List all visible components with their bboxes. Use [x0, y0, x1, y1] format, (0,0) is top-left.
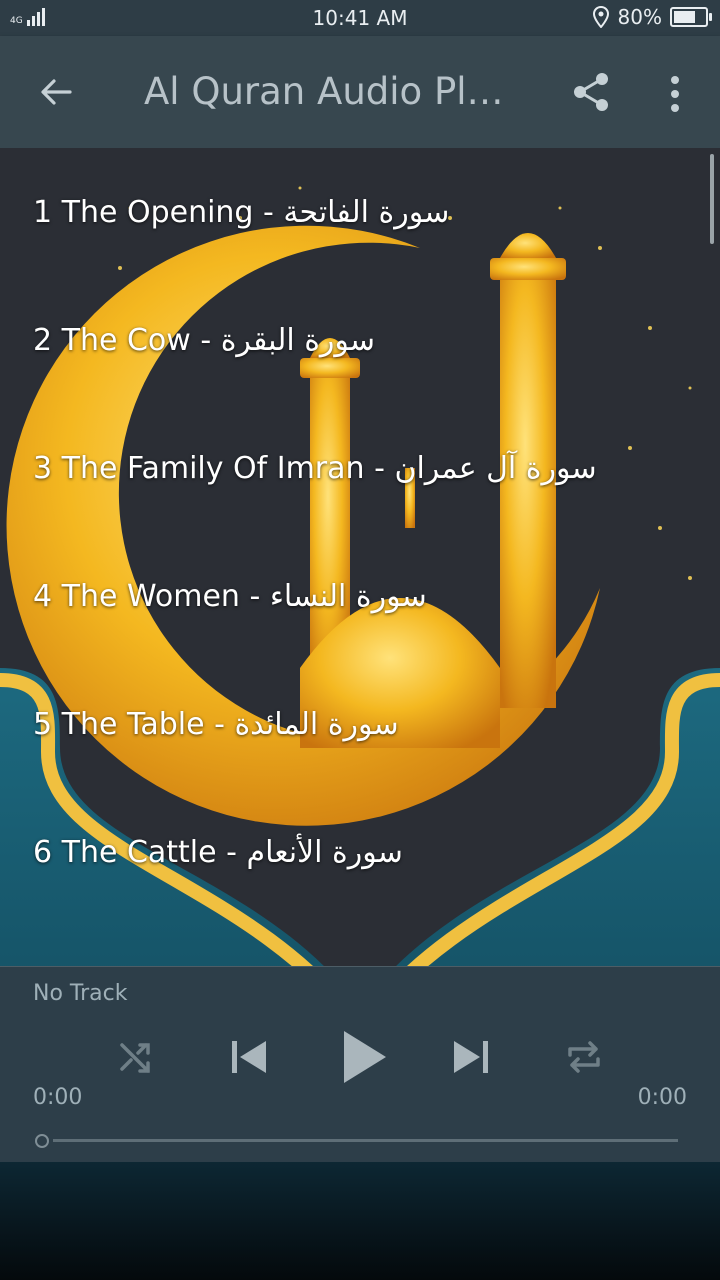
list-item[interactable]: 1 The Opening - سورة الفاتحة	[0, 148, 720, 276]
elapsed-time: 0:00	[33, 1085, 83, 1110]
surah-english-name: 4 The Women -	[33, 578, 270, 614]
shuffle-icon[interactable]	[114, 1035, 158, 1079]
battery-percent: 80%	[617, 5, 662, 29]
surah-english-name: 6 The Cattle -	[33, 834, 247, 870]
status-bar: 4G 10:41 AM 80%	[0, 0, 720, 36]
total-duration: 0:00	[637, 1085, 687, 1110]
list-item[interactable]: 6 The Cattle - سورة الأنعام	[0, 788, 720, 916]
page-title: Al Quran Audio Play...	[144, 70, 524, 113]
list-item[interactable]: 2 The Cow - سورة البقرة	[0, 276, 720, 404]
list-item[interactable]: 4 The Women - سورة النساء	[0, 532, 720, 660]
play-icon[interactable]	[336, 1029, 392, 1085]
app-bar: Al Quran Audio Play...	[0, 36, 720, 148]
surah-arabic-name: سورة الفاتحة	[283, 194, 450, 230]
share-icon[interactable]	[570, 70, 614, 114]
skip-previous-icon[interactable]	[226, 1035, 270, 1079]
battery-icon	[670, 7, 712, 27]
surah-english-name: 1 The Opening -	[33, 194, 284, 230]
scrollbar[interactable]	[710, 154, 714, 244]
audio-player: No Track 0:00 0:00	[0, 966, 720, 1163]
surah-list: 1 The Opening - سورة الفاتحة 2 The Cow -…	[0, 148, 720, 916]
repeat-icon[interactable]	[562, 1035, 606, 1079]
track-title: No Track	[33, 981, 128, 1006]
list-item[interactable]: 3 The Family Of Imran - سورة آل عمران	[0, 404, 720, 532]
surah-english-name: 5 The Table -	[33, 706, 235, 742]
list-item[interactable]: 5 The Table - سورة المائدة	[0, 660, 720, 788]
skip-next-icon[interactable]	[450, 1035, 494, 1079]
seek-bar[interactable]	[33, 1131, 678, 1151]
surah-english-name: 3 The Family Of Imran -	[33, 450, 395, 486]
surah-english-name: 2 The Cow -	[33, 322, 221, 358]
seek-track	[53, 1139, 678, 1142]
surah-list-area: 1 The Opening - سورة الفاتحة 2 The Cow -…	[0, 148, 720, 966]
surah-arabic-name: سورة الأنعام	[246, 834, 403, 870]
surah-arabic-name: سورة المائدة	[234, 706, 399, 742]
surah-arabic-name: سورة البقرة	[220, 322, 376, 358]
surah-arabic-name: سورة آل عمران	[394, 450, 597, 486]
location-icon	[592, 6, 609, 28]
surah-arabic-name: سورة النساء	[269, 578, 427, 614]
seek-thumb[interactable]	[35, 1134, 49, 1148]
bottom-background	[0, 1162, 720, 1280]
more-vert-icon[interactable]	[660, 74, 690, 114]
arrow-left-icon[interactable]	[36, 72, 76, 112]
